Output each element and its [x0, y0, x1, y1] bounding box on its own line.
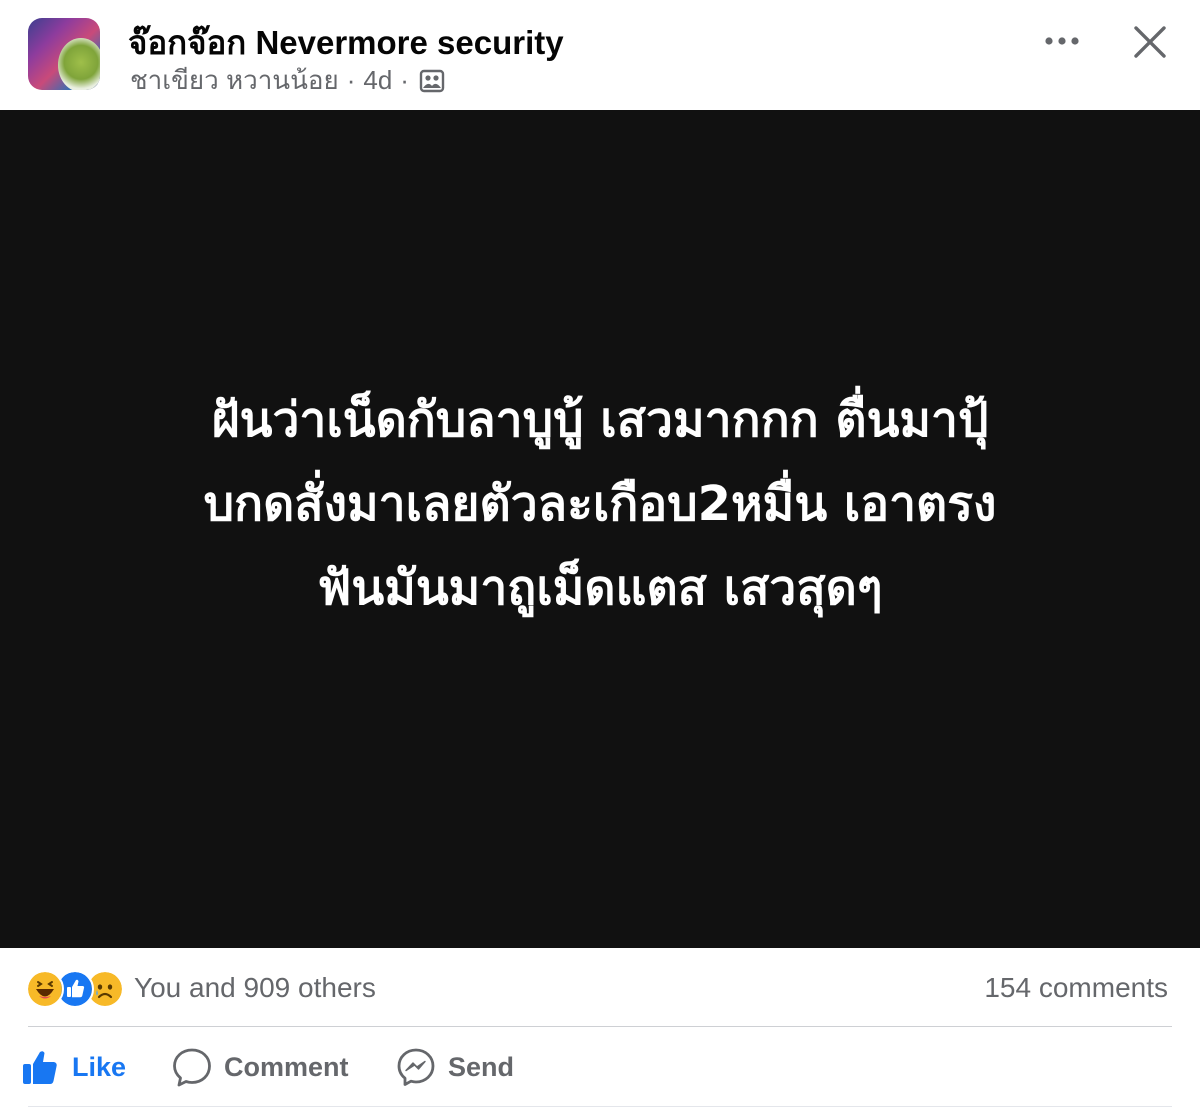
group-audience-icon — [419, 68, 445, 94]
avatar-drink-image — [58, 38, 100, 90]
close-icon — [1134, 26, 1166, 58]
comment-label: Comment — [224, 1051, 349, 1082]
reactions-count[interactable]: You and 909 others — [134, 972, 376, 1004]
author-avatar[interactable] — [28, 18, 100, 90]
post-text-line: ฟันมันมาถูเม็ดแตส เสวสุดๆ — [317, 560, 883, 616]
meta-separator: · — [346, 65, 356, 95]
like-label: Like — [72, 1051, 127, 1082]
more-options-button[interactable] — [1040, 24, 1084, 58]
post-text-background: ฝันว่าเน็ดกับลาบูบู้ เสวมากกก ตื่นมาปุ้ … — [0, 110, 1200, 948]
meta-separator: · — [400, 65, 409, 95]
send-button[interactable]: Send — [396, 1044, 514, 1090]
close-button[interactable] — [1126, 18, 1174, 66]
divider — [28, 1106, 1172, 1107]
comment-bubble-icon — [172, 1047, 212, 1087]
post-time[interactable]: 4d — [363, 65, 392, 96]
post-body-text: ฝันว่าเน็ดกับลาบูบู้ เสวมากกก ตื่นมาปุ้ … — [100, 378, 1100, 630]
post-header: จ๊อกจ๊อก Nevermore security ชาเขียว หวาน… — [0, 0, 1200, 110]
divider — [28, 1026, 1172, 1027]
post-text-line: บกดสั่งมาเลยตัวละเกือบ2หมื่น เอาตรง — [203, 476, 997, 532]
messenger-icon — [396, 1047, 436, 1087]
comments-count[interactable]: 154 comments — [984, 972, 1168, 1004]
reaction-icons[interactable] — [26, 970, 130, 1008]
haha-reaction-icon — [26, 970, 64, 1008]
reactions-summary-row: You and 909 others 154 comments — [0, 948, 1200, 1026]
post-text-line: ฝันว่าเน็ดกับลาบูบู้ เสวมากกก ตื่นมาปุ้ — [211, 392, 989, 448]
send-label: Send — [448, 1051, 515, 1082]
group-name[interactable]: ชาเขียว หวานน้อย — [130, 60, 339, 101]
more-options-icon — [1045, 37, 1079, 45]
post-meta: ชาเขียว หวานน้อย · 4d · — [130, 60, 445, 101]
comment-button[interactable]: Comment — [172, 1044, 349, 1090]
like-button[interactable]: Like — [20, 1044, 126, 1090]
thumbs-up-icon — [20, 1047, 60, 1087]
